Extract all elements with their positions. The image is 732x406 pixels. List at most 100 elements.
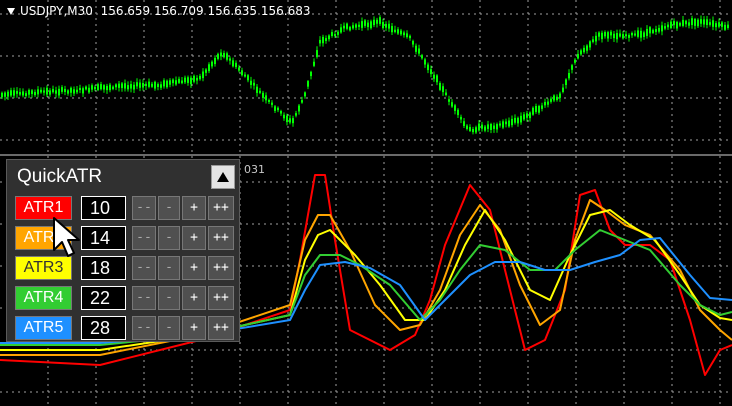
candle-body bbox=[712, 20, 714, 27]
candle-body bbox=[199, 75, 201, 80]
candle-body bbox=[55, 90, 57, 94]
candle-body bbox=[109, 84, 111, 91]
candle-body bbox=[481, 124, 483, 129]
atr5-decrease-button[interactable]: - bbox=[158, 316, 180, 340]
candle-body bbox=[445, 92, 447, 96]
atr1-decrease-button[interactable]: - bbox=[158, 196, 180, 220]
candle-body bbox=[97, 84, 99, 91]
candle-body bbox=[556, 96, 558, 101]
candle-body bbox=[667, 24, 669, 28]
candle-body bbox=[112, 86, 114, 90]
candle-body bbox=[169, 80, 171, 85]
candle-body bbox=[466, 125, 468, 129]
candle-body bbox=[694, 18, 696, 26]
candle-body bbox=[196, 77, 198, 81]
candle-body bbox=[280, 111, 282, 114]
candle-body bbox=[265, 95, 267, 101]
candle-body bbox=[337, 31, 339, 35]
candle-body bbox=[619, 33, 621, 37]
dropdown-arrow-icon[interactable] bbox=[7, 8, 15, 15]
candle-body bbox=[1, 92, 3, 98]
symbol-info: USDJPY,M30 156.659 156.709 156.635 156.6… bbox=[7, 4, 311, 18]
atr4-increase-big-button[interactable]: ++ bbox=[208, 286, 234, 310]
candle-body bbox=[244, 74, 246, 77]
candle-body bbox=[271, 102, 273, 105]
candle-body bbox=[424, 59, 426, 65]
atr3-increase-big-button[interactable]: ++ bbox=[208, 256, 234, 280]
candle-body bbox=[40, 89, 42, 93]
candle-body bbox=[25, 93, 27, 96]
candle-body bbox=[457, 109, 459, 116]
candle-body bbox=[151, 83, 153, 87]
candle-body bbox=[532, 107, 534, 115]
candle-body bbox=[349, 26, 351, 31]
candle-body bbox=[721, 22, 723, 27]
candle-body bbox=[34, 91, 36, 96]
atr2-decrease-big-button[interactable]: -- bbox=[132, 226, 156, 250]
candle-body bbox=[331, 32, 333, 37]
candle-body bbox=[562, 87, 564, 92]
candle-body bbox=[259, 90, 261, 93]
atr3-period-field[interactable]: 18 bbox=[81, 256, 126, 280]
symbol-name: USDJPY,M30 bbox=[20, 4, 93, 18]
atr5-decrease-big-button[interactable]: -- bbox=[132, 316, 156, 340]
atr4-increase-button[interactable]: + bbox=[182, 286, 206, 310]
candle-body bbox=[43, 90, 45, 93]
candle-body bbox=[541, 105, 543, 109]
candle-body bbox=[64, 88, 66, 92]
candle-body bbox=[376, 19, 378, 24]
atr2-increase-button[interactable]: + bbox=[182, 226, 206, 250]
candle-body bbox=[28, 89, 30, 95]
atr5-label[interactable]: ATR5 bbox=[15, 316, 72, 340]
candle-body bbox=[7, 91, 9, 97]
candle-body bbox=[94, 86, 96, 90]
candle-body bbox=[544, 101, 546, 106]
candle-body bbox=[658, 27, 660, 32]
atr5-increase-big-button[interactable]: ++ bbox=[208, 316, 234, 340]
atr1-increase-big-button[interactable]: ++ bbox=[208, 196, 234, 220]
candle-body bbox=[115, 84, 117, 88]
candle-body bbox=[130, 84, 132, 89]
candle-body bbox=[487, 124, 489, 129]
atr4-decrease-big-button[interactable]: -- bbox=[132, 286, 156, 310]
candle-body bbox=[526, 113, 528, 118]
panel-title: QuickATR bbox=[17, 166, 103, 187]
candle-body bbox=[523, 114, 525, 120]
candle-body bbox=[574, 59, 576, 63]
candle-body bbox=[661, 25, 663, 32]
atr1-increase-button[interactable]: + bbox=[182, 196, 206, 220]
candle-body bbox=[475, 127, 477, 133]
candle-body bbox=[367, 22, 369, 28]
candle-body bbox=[430, 69, 432, 75]
collapse-button[interactable] bbox=[211, 165, 235, 189]
atr1-decrease-big-button[interactable]: -- bbox=[132, 196, 156, 220]
atr2-period-field[interactable]: 14 bbox=[81, 226, 126, 250]
atr4-label[interactable]: ATR4 bbox=[15, 286, 72, 310]
atr4-period-field[interactable]: 22 bbox=[81, 286, 126, 310]
candle-body bbox=[559, 93, 561, 98]
candle-body bbox=[508, 120, 510, 127]
atr5-period-field[interactable]: 28 bbox=[81, 316, 126, 340]
candle-body bbox=[454, 105, 456, 111]
candle-body bbox=[178, 78, 180, 83]
atr3-decrease-button[interactable]: - bbox=[158, 256, 180, 280]
atr2-decrease-button[interactable]: - bbox=[158, 226, 180, 250]
candle-body bbox=[223, 52, 225, 58]
atr1-period-field[interactable]: 10 bbox=[81, 196, 126, 220]
candle-body bbox=[274, 106, 276, 111]
atr5-increase-button[interactable]: + bbox=[182, 316, 206, 340]
candle-body bbox=[415, 45, 417, 52]
candle-body bbox=[58, 88, 60, 96]
candle-body bbox=[652, 29, 654, 34]
atr4-decrease-button[interactable]: - bbox=[158, 286, 180, 310]
atr-row-4: ATR4 22 -- - + ++ bbox=[15, 286, 241, 312]
candle-body bbox=[664, 26, 666, 29]
candle-body bbox=[352, 25, 354, 29]
atr2-increase-big-button[interactable]: ++ bbox=[208, 226, 234, 250]
atr3-decrease-big-button[interactable]: -- bbox=[132, 256, 156, 280]
candle-body bbox=[304, 92, 306, 97]
candle-body bbox=[22, 91, 24, 96]
atr3-increase-button[interactable]: + bbox=[182, 256, 206, 280]
candle-body bbox=[427, 64, 429, 71]
candle-body bbox=[262, 92, 264, 98]
